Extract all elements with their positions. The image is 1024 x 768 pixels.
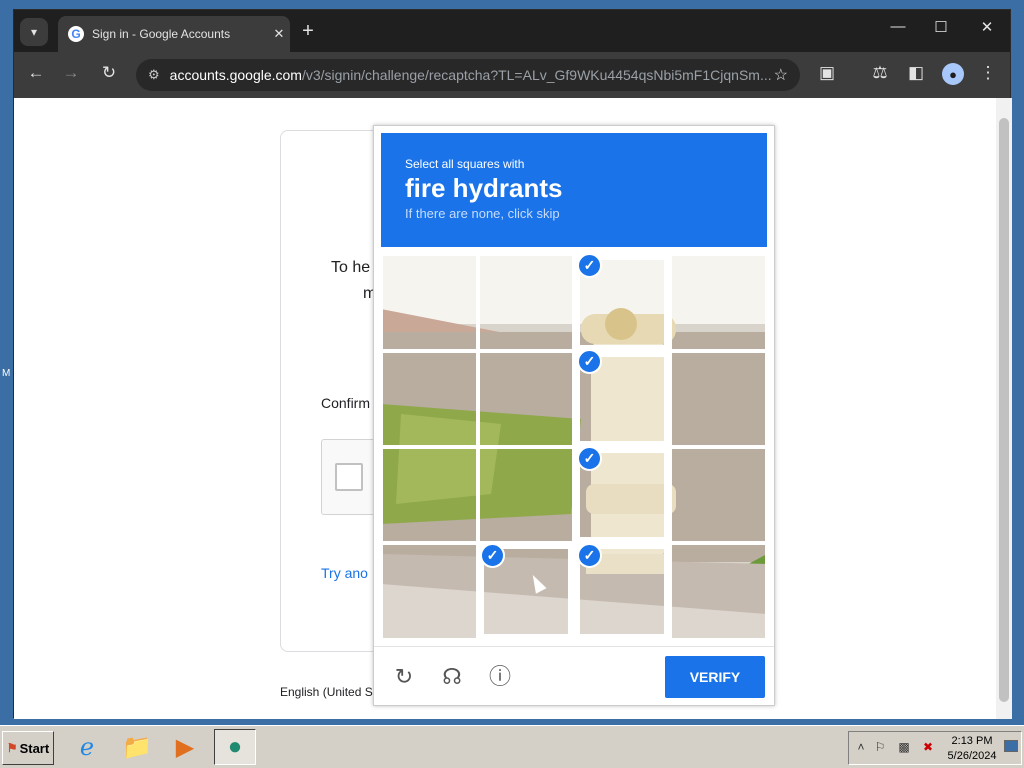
site-info-icon[interactable]: ⚙ — [148, 67, 160, 83]
captcha-tile[interactable] — [478, 447, 574, 543]
captcha-tile[interactable] — [478, 254, 574, 351]
scrollbar[interactable] — [996, 98, 1012, 719]
network-icon[interactable]: ▩ — [895, 740, 913, 754]
captcha-tile[interactable] — [478, 351, 574, 447]
title-bar: ▾ G Sign in - Google Accounts ✕ + — ☐ ✕ — [14, 10, 1010, 52]
captcha-instruction: Select all squares with — [405, 157, 525, 171]
captcha-skip-hint: If there are none, click skip — [405, 206, 560, 221]
address-bar[interactable]: ⚙ accounts.google.com /v3/signin/challen… — [136, 59, 800, 91]
check-icon: ✓ — [577, 253, 602, 278]
action-center-flag-icon[interactable]: ⚐ — [871, 740, 889, 754]
chevron-up-icon[interactable]: ˄ — [852, 740, 870, 754]
url-path: /v3/signin/challenge/recaptcha?TL=ALv_Gf… — [301, 67, 772, 83]
tab-signin[interactable]: G Sign in - Google Accounts ✕ — [58, 16, 290, 52]
side-panel-icon[interactable]: ◧ — [904, 63, 928, 83]
show-desktop-icon[interactable] — [1004, 740, 1018, 752]
captcha-tile[interactable] — [381, 447, 478, 543]
tab-search-icon[interactable]: ▾ — [20, 18, 48, 46]
profile-icon[interactable]: ● — [942, 63, 964, 85]
minimize-icon[interactable]: — — [883, 18, 913, 35]
try-another-link[interactable]: Try ano — [321, 565, 368, 581]
captcha-tile[interactable] — [381, 543, 478, 640]
captcha-tile[interactable] — [670, 543, 767, 640]
start-button[interactable]: ⚑ Start — [2, 731, 54, 765]
reload-challenge-icon[interactable]: ↻ — [390, 663, 418, 691]
forward-icon[interactable]: → — [59, 63, 83, 83]
check-icon: ✓ — [577, 446, 602, 471]
verify-button[interactable]: VERIFY — [665, 656, 765, 698]
audio-challenge-icon[interactable]: ☊ — [438, 663, 466, 691]
new-tab-icon[interactable]: + — [296, 20, 320, 43]
menu-icon[interactable]: ⋮ — [976, 63, 1000, 83]
clock-time[interactable]: 2:13 PM — [947, 735, 997, 747]
check-icon: ✓ — [577, 349, 602, 374]
reload-icon[interactable]: ↻ — [97, 63, 121, 83]
check-icon: ✓ — [480, 543, 505, 568]
labs-icon[interactable]: ⚖ — [868, 63, 892, 83]
edge-browser-icon[interactable]: ● — [214, 729, 256, 765]
start-label: Start — [19, 740, 50, 756]
system-tray: ˄ ⚐ ▩ ✖ 2:13 PM 5/26/2024 — [848, 731, 1022, 765]
google-favicon: G — [68, 26, 84, 42]
captcha-tile[interactable] — [670, 447, 767, 543]
recaptcha-widget — [321, 439, 381, 515]
volume-muted-icon[interactable]: ✖ — [919, 740, 937, 754]
captcha-grid — [381, 254, 767, 640]
media-player-icon[interactable]: ▶ — [164, 729, 206, 765]
info-icon[interactable]: ⓘ — [486, 663, 514, 691]
scrollbar-thumb[interactable] — [999, 118, 1009, 702]
captcha-target: fire hydrants — [405, 173, 563, 203]
captcha-tile[interactable] — [670, 351, 767, 447]
extensions-icon[interactable]: ▣ — [815, 63, 839, 83]
page-viewport: To he m Confirm Try ano English (United … — [14, 98, 1012, 719]
captcha-tile[interactable] — [381, 254, 478, 351]
close-window-icon[interactable]: ✕ — [972, 18, 1002, 36]
close-icon[interactable]: ✕ — [268, 26, 290, 42]
captcha-dialog: Select all squares with fire hydrants If… — [373, 125, 775, 706]
check-icon: ✓ — [577, 543, 602, 568]
tab-title: Sign in - Google Accounts — [92, 27, 231, 41]
browser-window: ▾ G Sign in - Google Accounts ✕ + — ☐ ✕ … — [13, 9, 1012, 719]
desktop-edge-text: M — [2, 368, 11, 379]
taskbar: ⚑ Start ℯ 📁 ▶ ● ˄ ⚐ ▩ ✖ 2:13 PM 5/26/202… — [0, 725, 1024, 768]
captcha-header: Select all squares with fire hydrants If… — [381, 133, 767, 247]
back-icon[interactable]: ← — [24, 63, 48, 83]
captcha-tile[interactable] — [381, 351, 478, 447]
internet-explorer-icon[interactable]: ℯ — [66, 729, 108, 765]
url-host: accounts.google.com — [169, 67, 302, 83]
language-selector[interactable]: English (United S — [280, 685, 373, 699]
confirm-label: Confirm — [321, 395, 371, 411]
file-explorer-icon[interactable]: 📁 — [116, 729, 158, 765]
toolbar: ← → ↻ ⚙ accounts.google.com /v3/signin/c… — [14, 52, 1010, 98]
maximize-icon[interactable]: ☐ — [926, 18, 956, 36]
captcha-footer: ↻ ☊ ⓘ VERIFY — [374, 646, 774, 706]
help-text: To he — [331, 259, 371, 276]
bookmark-star-icon[interactable]: ☆ — [774, 65, 788, 85]
recaptcha-checkbox[interactable] — [335, 463, 363, 491]
clock-date[interactable]: 5/26/2024 — [947, 750, 997, 762]
captcha-tile[interactable] — [670, 254, 767, 351]
windows-logo-icon: ⚑ — [6, 741, 18, 755]
